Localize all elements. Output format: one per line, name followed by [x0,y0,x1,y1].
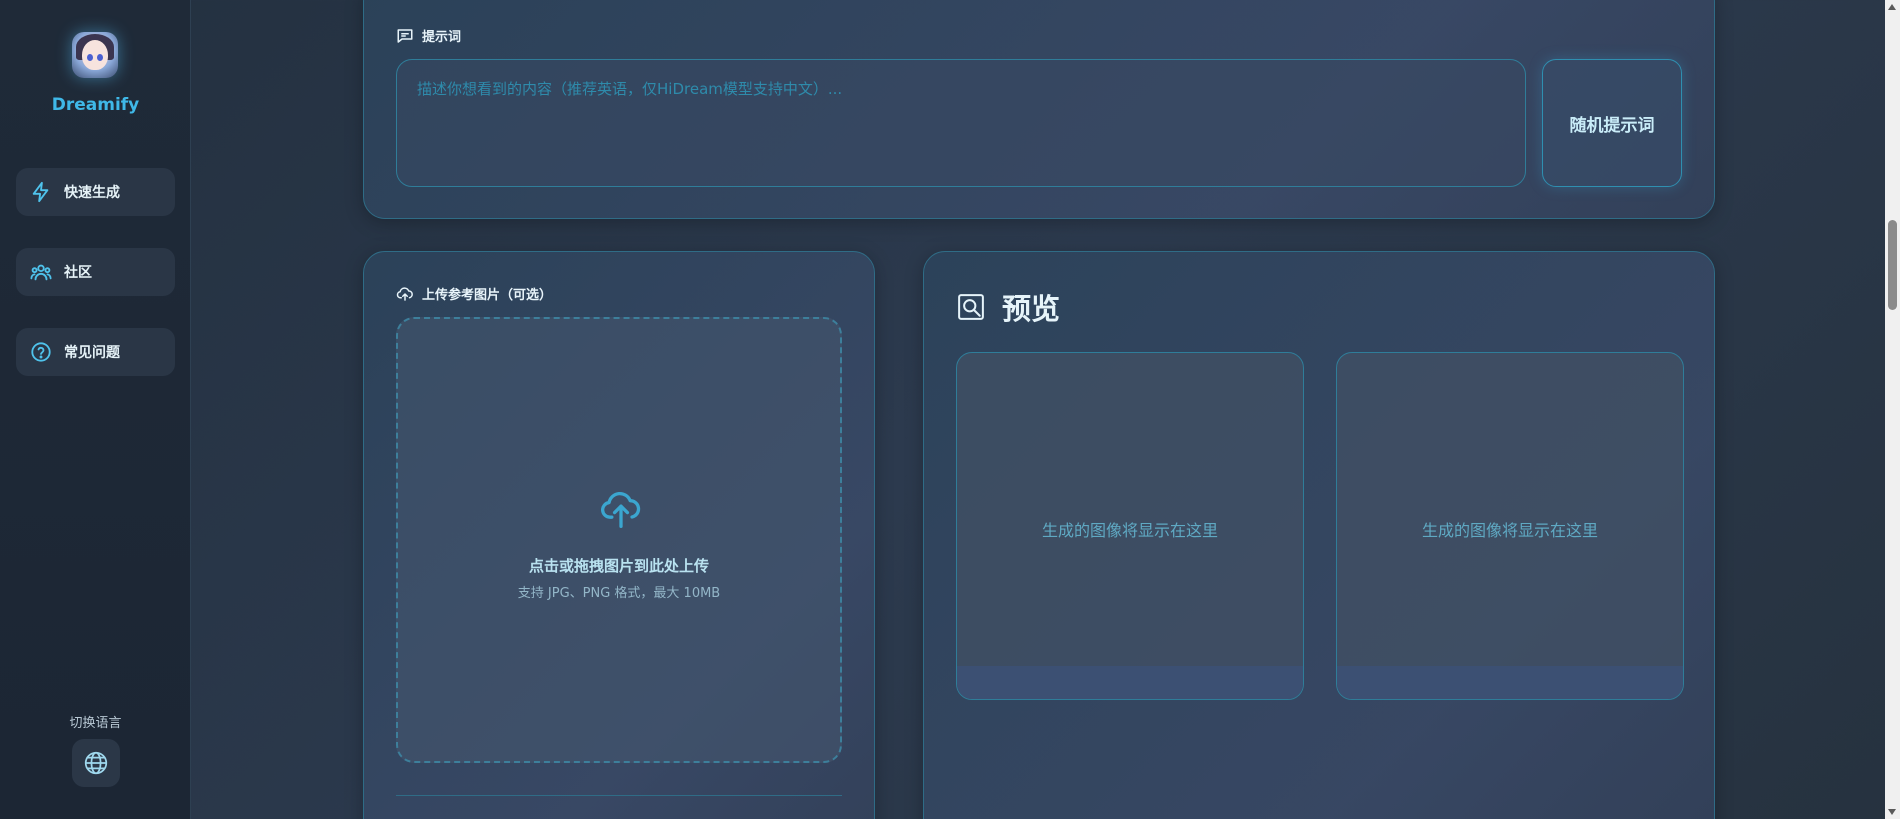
preview-slot-2: 生成的图像将显示在这里 [1336,352,1684,700]
image-search-icon [958,294,984,320]
users-icon [30,264,52,281]
divider [396,795,842,796]
sidebar-item-faq[interactable]: 常见问题 [16,328,175,376]
prompt-placeholder: 描述你想看到的内容（推荐英语，仅HiDream模型支持中文）... [417,80,843,98]
globe-icon [84,751,108,775]
random-prompt-button[interactable]: 随机提示词 [1542,59,1682,187]
preview-placeholder-text: 生成的图像将显示在这里 [1041,521,1218,540]
help-circle-icon [31,342,51,362]
language-switch-button[interactable] [72,739,120,787]
preview-slot-1: 生成的图像将显示在这里 [956,352,1304,700]
scroll-thumb[interactable] [1888,220,1897,310]
page-scrollbar[interactable] [1885,0,1900,819]
scroll-down-arrow[interactable] [1888,809,1896,815]
sidebar-item-label: 社区 [64,265,92,281]
sidebar-item-label: 快速生成 [64,185,120,201]
upload-section-title: 上传参考图片（可选） [396,284,552,303]
sidebar: Dreamify 快速生成 社区 常见问题 切换语言 [0,0,191,819]
sidebar-item-community[interactable]: 社区 [16,248,175,296]
image-dropzone[interactable]: 点击或拖拽图片到此处上传 支持 JPG、PNG 格式，最大 10MB [396,317,842,763]
prompt-card: 提示词 描述你想看到的内容（推荐英语，仅HiDream模型支持中文）... 随机… [363,0,1715,219]
preview-card: 预览 生成的图像将显示在这里 生成的图像将显示在这里 [923,251,1715,819]
app-logo [72,32,118,78]
lightning-icon [32,181,49,203]
prompt-input[interactable]: 描述你想看到的内容（推荐英语，仅HiDream模型支持中文）... [396,59,1526,187]
prompt-section-title: 提示词 [396,26,461,45]
message-icon [397,28,413,43]
language-label: 切换语言 [69,716,122,731]
upload-title-label: 上传参考图片（可选） [422,288,553,303]
preview-slot-footer [1337,666,1683,699]
preview-slot-footer [957,666,1303,699]
preview-title-label: 预览 [1002,292,1061,326]
upload-card: 上传参考图片（可选） 点击或拖拽图片到此处上传 支持 JPG、PNG 格式，最大… [363,251,875,819]
scroll-up-arrow[interactable] [1888,4,1896,10]
preview-section-title: 预览 [956,286,1060,328]
preview-placeholder-text: 生成的图像将显示在这里 [1421,521,1598,540]
dropzone-sub-text: 支持 JPG、PNG 格式，最大 10MB [517,586,721,601]
sidebar-item-quick-generate[interactable]: 快速生成 [16,168,175,216]
sidebar-item-label: 常见问题 [64,345,120,361]
dropzone-main-text: 点击或拖拽图片到此处上传 [528,557,709,575]
brand-name: Dreamify [51,95,140,115]
prompt-title-label: 提示词 [422,30,462,45]
cloud-upload-icon [396,286,413,301]
cloud-upload-icon [601,491,641,528]
